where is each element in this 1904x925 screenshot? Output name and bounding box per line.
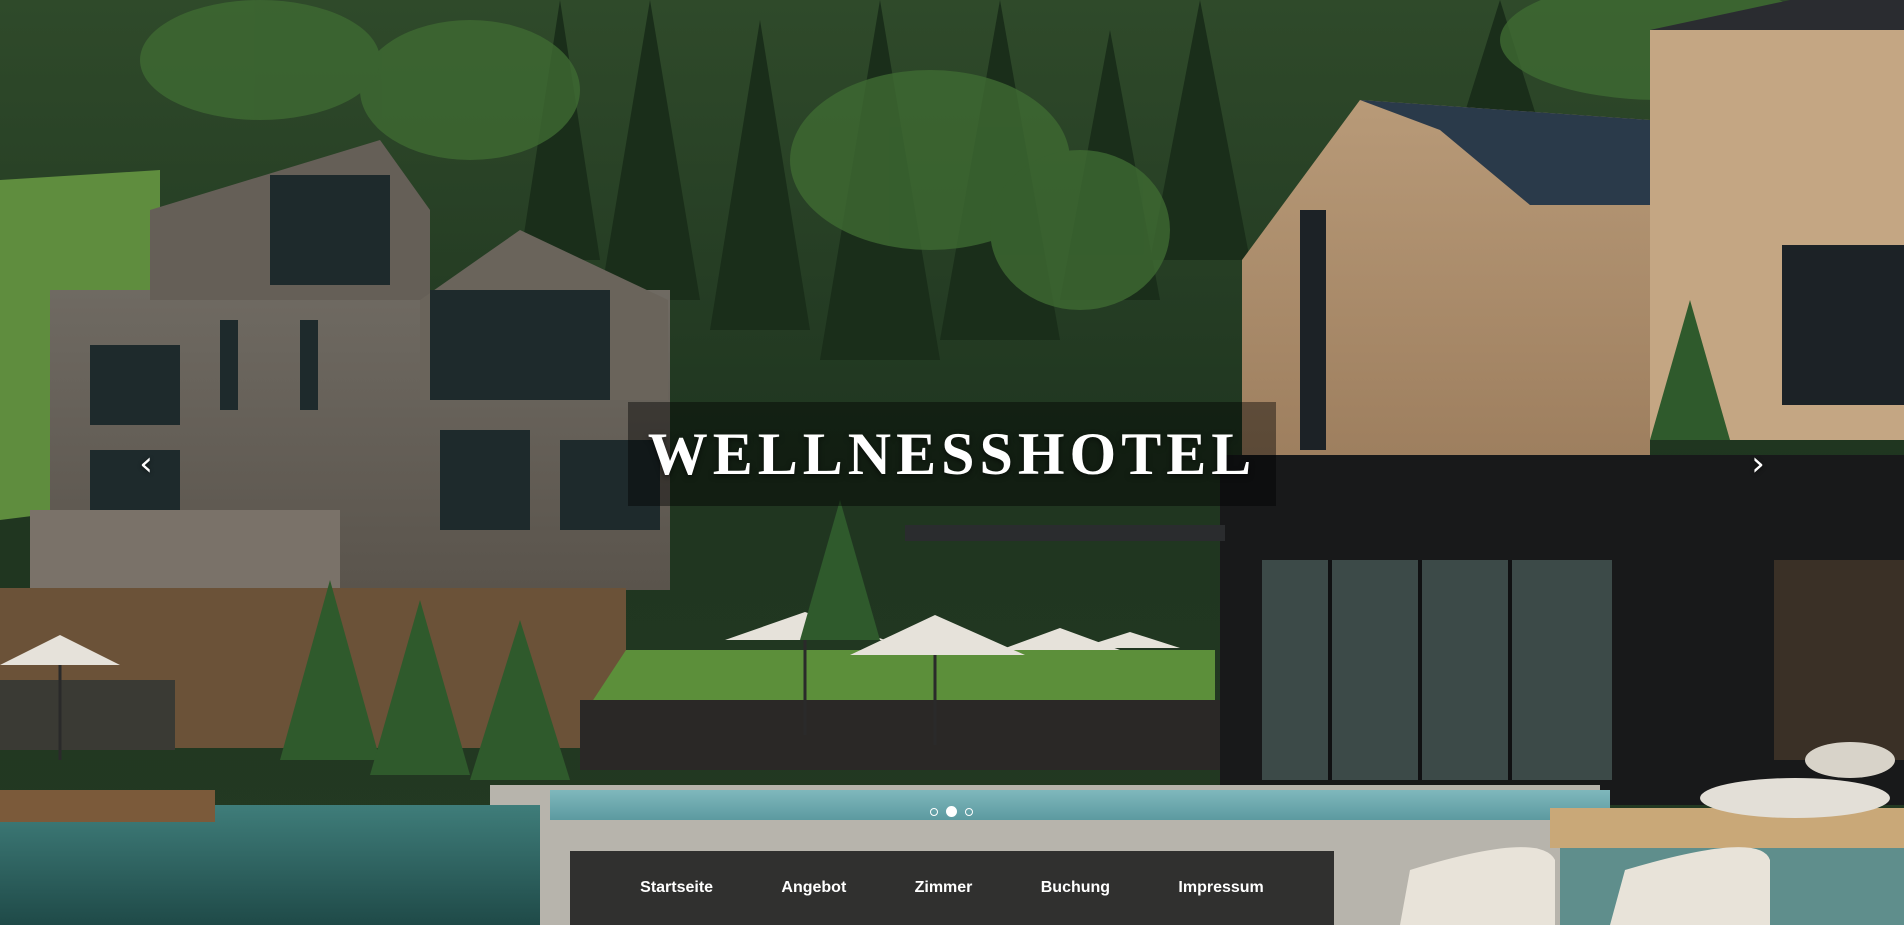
carousel-indicator-3[interactable] (965, 807, 973, 816)
carousel-next-button[interactable]: › (1738, 444, 1778, 484)
carousel-indicators (930, 806, 973, 817)
nav-item-zimmer[interactable]: Zimmer (905, 871, 983, 905)
nav-item-startseite[interactable]: Startseite (630, 871, 723, 905)
nav-item-buchung[interactable]: Buchung (1031, 871, 1120, 905)
nav-item-angebot[interactable]: Angebot (771, 871, 856, 905)
hero-title-box: WELLNESSHOTEL (628, 402, 1276, 506)
carousel-indicator-2[interactable] (946, 806, 957, 817)
nav-item-impressum[interactable]: Impressum (1168, 871, 1273, 905)
main-navigation: Startseite Angebot Zimmer Buchung Impres… (570, 851, 1334, 925)
hero-title: WELLNESSHOTEL (647, 420, 1257, 487)
chevron-left-icon: ‹ (139, 444, 153, 484)
carousel-prev-button[interactable]: ‹ (126, 444, 166, 484)
chevron-right-icon: › (1751, 444, 1765, 484)
carousel-indicator-1[interactable] (930, 807, 938, 816)
